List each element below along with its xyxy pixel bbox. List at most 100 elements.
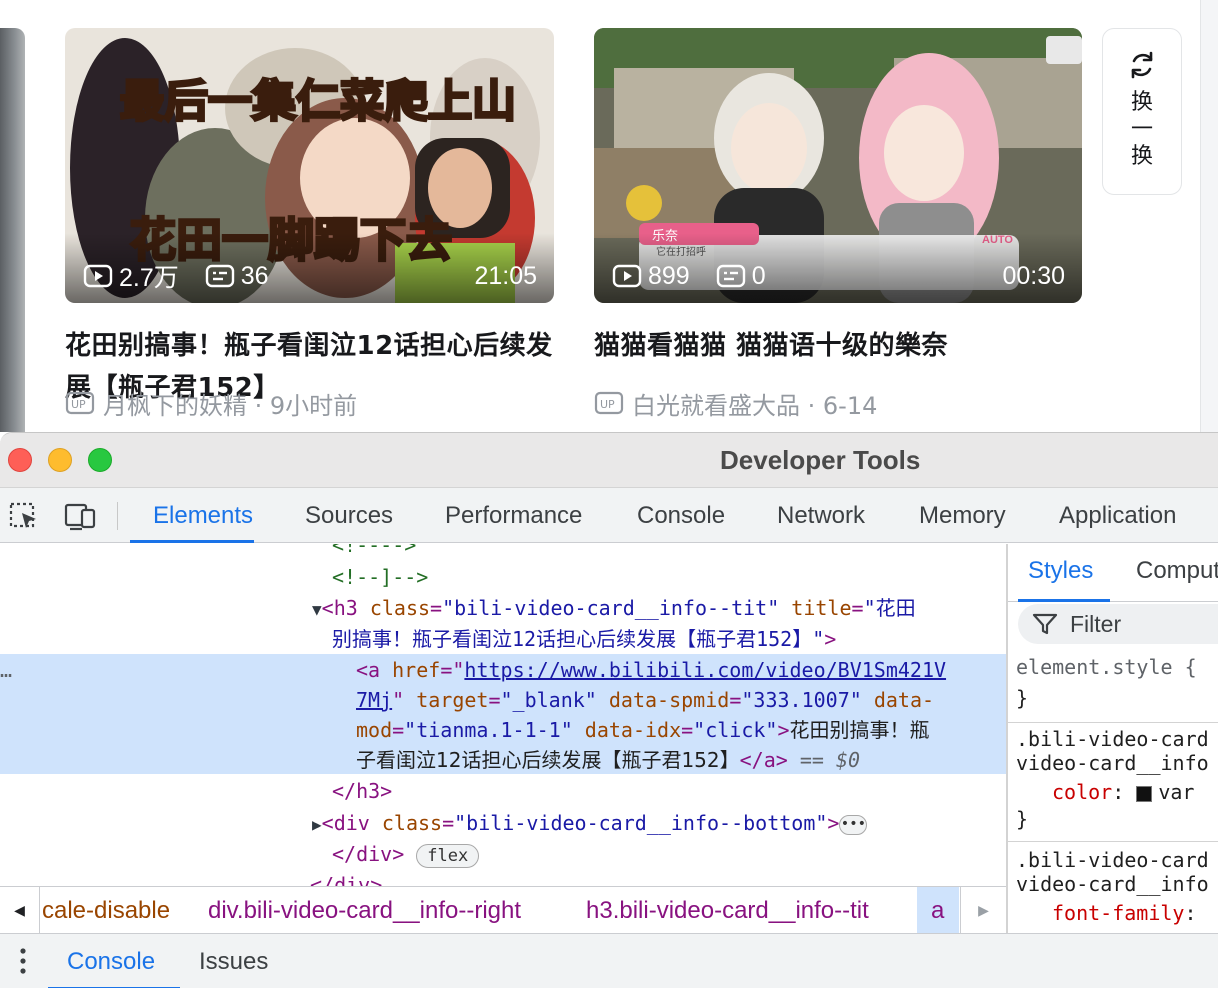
devtools-drawer: Console Issues: [0, 933, 1218, 988]
video-owner[interactable]: UP 白光就看盛大品 · 6-14: [594, 388, 878, 420]
ellipsis-badge[interactable]: •••: [839, 814, 868, 835]
rule-selector-cont[interactable]: video-card__info: [1016, 872, 1209, 896]
video-duration: 00:30: [1002, 261, 1065, 290]
dom-div-close[interactable]: </div> flex: [332, 839, 1006, 870]
style-declaration[interactable]: color: var: [1052, 780, 1194, 804]
tab-separator: [117, 502, 118, 530]
danmaku-count: 36: [205, 262, 269, 291]
minimize-window-button[interactable]: [48, 448, 72, 472]
rule-divider: [1008, 841, 1218, 842]
rule-selector-cont[interactable]: video-card__info: [1016, 751, 1209, 775]
refresh-label: 换 一 换: [1130, 90, 1153, 169]
devtools-tabbar: Elements Sources Performance Console Net…: [0, 488, 1218, 543]
up-icon: UP: [65, 391, 95, 415]
danmaku-icon: [205, 264, 234, 288]
play-count-icon: [83, 264, 113, 288]
filter-placeholder: Filter: [1070, 610, 1122, 637]
play-count-icon: [612, 264, 642, 288]
video-title[interactable]: 猫猫看猫猫 猫猫语十级的樂奈: [594, 325, 1082, 367]
video-card[interactable]: 最后一集仁菜爬上山 花田一脚踢下去 2.7万 36 21:05 花田别搞事！瓶子…: [65, 28, 554, 409]
bilibili-feed-page: 最后一集仁菜爬上山 花田一脚踢下去 2.7万 36 21:05 花田别搞事！瓶子…: [0, 0, 1218, 432]
filter-icon: [1032, 613, 1058, 635]
styles-pane: Styles Comput Filter element.style { } .…: [1008, 544, 1218, 933]
previous-card-edge[interactable]: [0, 28, 25, 432]
video-card[interactable]: 乐奈 它在打招呼 AUTO 899 0 00:30 猫猫看猫猫 猫猫语十级的樂奈: [594, 28, 1082, 367]
refresh-feed-button[interactable]: 换 一 换: [1102, 28, 1182, 195]
dom-a-text[interactable]: 子看闺泣12话担心后续发展【瓶子君152】</a> == $0: [356, 745, 1006, 776]
dom-div-open[interactable]: ▶<div class="bili-video-card__info--bott…: [312, 808, 1006, 841]
svg-text:UP: UP: [600, 398, 615, 411]
view-count: 899: [612, 262, 690, 291]
dom-comment[interactable]: <!--]-->: [332, 562, 1006, 593]
breadcrumb-scroll-left-icon[interactable]: ◀: [0, 887, 40, 933]
drawer-tab-issues[interactable]: Issues: [199, 948, 268, 976]
owner-text: 月枫下的妖精 · 9小时前: [103, 391, 358, 420]
dom-h3-open-cont[interactable]: 别搞事！瓶子看闺泣12话担心后续发展【瓶子君152】">: [332, 624, 1006, 655]
dom-comment[interactable]: <!---->: [332, 544, 1006, 561]
breadcrumb-scroll-right-icon[interactable]: ▶: [960, 887, 1006, 933]
flex-badge[interactable]: flex: [416, 843, 480, 868]
video-stats: 899 0 00:30: [612, 261, 1065, 291]
tab-elements[interactable]: Elements: [153, 502, 253, 530]
color-swatch[interactable]: [1136, 785, 1153, 802]
dom-tree[interactable]: <!----> <!--]--> ▼<h3 class="bili-video-…: [0, 544, 1006, 886]
zoom-window-button[interactable]: [88, 448, 112, 472]
expand-triangle-icon[interactable]: ▶: [312, 815, 322, 834]
video-thumbnail[interactable]: 乐奈 它在打招呼 AUTO 899 0 00:30: [594, 28, 1082, 303]
tab-sources[interactable]: Sources: [305, 502, 393, 530]
page-scrollbar[interactable]: [1200, 0, 1218, 432]
device-toolbar-icon[interactable]: [64, 501, 96, 531]
rule-selector[interactable]: .bili-video-card: [1016, 848, 1209, 872]
drawer-tab-console[interactable]: Console: [67, 948, 155, 976]
tab-performance[interactable]: Performance: [445, 502, 582, 530]
view-count: 2.7万: [83, 258, 179, 294]
svg-text:UP: UP: [71, 398, 86, 411]
breadcrumb-item[interactable]: h3.bili-video-card__info--tit: [586, 897, 869, 925]
breadcrumb-item-current[interactable]: a: [931, 897, 944, 925]
thumb-title-line1: 最后一集仁菜爬上山: [120, 76, 516, 127]
dom-a-open-cont2[interactable]: mod="tianma.1-1-1" data-idx="click">花田别搞…: [356, 715, 1006, 746]
devtools-main: <!----> <!--]--> ▼<h3 class="bili-video-…: [0, 544, 1218, 933]
dom-a-open[interactable]: <a href="https://www.bilibili.com/video/…: [356, 655, 1006, 686]
tab-console[interactable]: Console: [637, 502, 725, 530]
tab-application[interactable]: Application: [1059, 502, 1176, 530]
styles-tabbar: Styles Comput: [1008, 544, 1218, 602]
tab-styles[interactable]: Styles: [1028, 557, 1093, 585]
video-owner[interactable]: UP 月枫下的妖精 · 9小时前: [65, 388, 358, 420]
video-thumbnail[interactable]: 最后一集仁菜爬上山 花田一脚踢下去 2.7万 36 21:05: [65, 28, 554, 303]
devtools-window: Developer Tools Elements Sources Perform…: [0, 432, 1218, 988]
breadcrumb-item[interactable]: cale-disable: [42, 897, 170, 925]
close-window-button[interactable]: [8, 448, 32, 472]
rule-selector[interactable]: .bili-video-card: [1016, 727, 1209, 751]
styles-filter-input[interactable]: Filter: [1018, 604, 1218, 644]
tab-memory[interactable]: Memory: [919, 502, 1006, 530]
view-count-value: 2.7万: [119, 264, 179, 292]
up-icon: UP: [594, 391, 624, 415]
tab-computed[interactable]: Comput: [1136, 557, 1218, 585]
video-stats: 2.7万 36 21:05: [83, 258, 537, 294]
danmaku-icon: [716, 264, 745, 288]
inspect-element-icon[interactable]: [8, 501, 40, 531]
view-count-value: 899: [648, 261, 690, 290]
dom-h3-close[interactable]: </h3>: [332, 776, 1006, 807]
dom-a-open-cont[interactable]: 7Mj" target="_blank" data-spmid="333.100…: [356, 685, 1006, 716]
danmaku-count: 0: [716, 262, 766, 291]
breadcrumb-item[interactable]: div.bili-video-card__info--right: [208, 897, 521, 925]
refresh-icon: [1131, 51, 1153, 79]
window-title: Developer Tools: [720, 445, 921, 475]
element-style-rule[interactable]: element.style {: [1016, 655, 1197, 679]
dom-partial[interactable]: </div>: [310, 870, 1006, 886]
owner-text: 白光就看盛大品 · 6-14: [632, 391, 878, 420]
breadcrumb: ◀ cale-disable div.bili-video-card__info…: [0, 886, 1006, 933]
collapse-triangle-icon[interactable]: ▼: [312, 600, 322, 619]
dom-h3-open[interactable]: ▼<h3 class="bili-video-card__info--tit" …: [312, 593, 1006, 626]
more-options-icon[interactable]: [16, 946, 30, 976]
danmaku-count-value: 0: [751, 261, 766, 290]
style-declaration[interactable]: font-family:: [1052, 901, 1197, 925]
tab-network[interactable]: Network: [777, 502, 865, 530]
rule-divider: [1008, 722, 1218, 723]
active-styles-tab-indicator: [1018, 599, 1110, 602]
danmaku-count-value: 36: [240, 261, 269, 290]
active-tab-indicator: [130, 540, 254, 543]
window-titlebar[interactable]: Developer Tools: [0, 433, 1218, 488]
